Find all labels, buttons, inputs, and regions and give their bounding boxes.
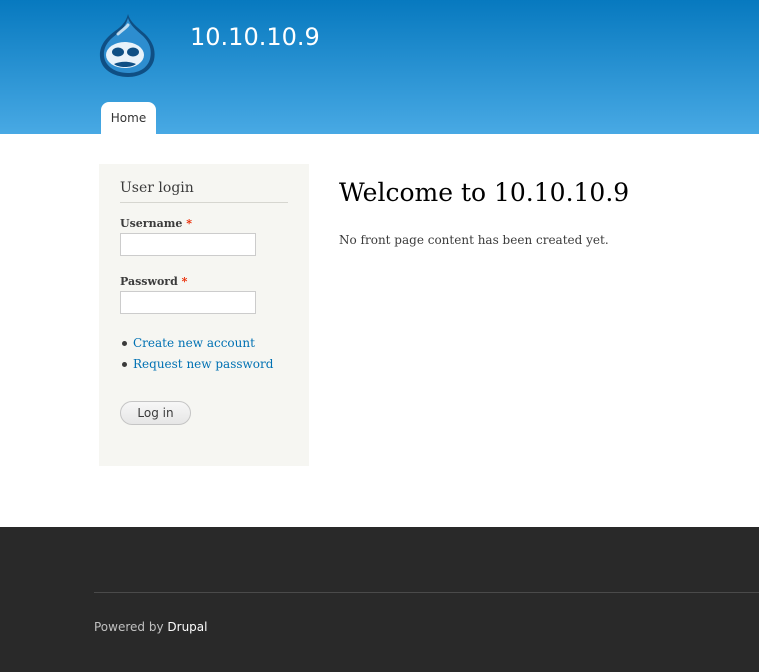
page-title: Welcome to 10.10.10.9 <box>339 178 630 207</box>
username-input[interactable] <box>120 233 256 256</box>
drupal-link[interactable]: Drupal <box>167 620 207 634</box>
tab-home[interactable]: Home <box>101 102 156 134</box>
list-item: Request new password <box>120 356 273 377</box>
footer-divider <box>94 592 759 593</box>
log-in-button[interactable]: Log in <box>120 401 191 425</box>
site-name-link[interactable]: 10.10.10.9 <box>190 23 320 51</box>
request-password-link[interactable]: Request new password <box>133 357 273 371</box>
powered-by: Powered by Drupal <box>94 620 207 634</box>
list-item: Create new account <box>120 335 273 356</box>
block-title: User login <box>120 180 288 203</box>
bullet-icon <box>122 341 127 346</box>
username-label-text: Username <box>120 217 183 230</box>
site-header: 10.10.10.9 Home <box>0 0 759 134</box>
required-marker: * <box>186 217 192 230</box>
drupal-drop-icon[interactable] <box>97 12 157 78</box>
username-label: Username * <box>120 217 192 230</box>
required-marker: * <box>181 275 188 288</box>
bullet-icon <box>122 362 127 367</box>
front-page-message: No front page content has been created y… <box>339 233 609 247</box>
login-links-list: Create new account Request new password <box>120 335 273 377</box>
password-label: Password * <box>120 275 187 288</box>
create-account-link[interactable]: Create new account <box>133 336 255 350</box>
site-footer: Powered by Drupal <box>0 527 759 672</box>
password-label-text: Password <box>120 275 178 288</box>
password-input[interactable] <box>120 291 256 314</box>
powered-by-text: Powered by <box>94 620 164 634</box>
user-login-block: User login Username * Password * Create … <box>99 164 309 466</box>
